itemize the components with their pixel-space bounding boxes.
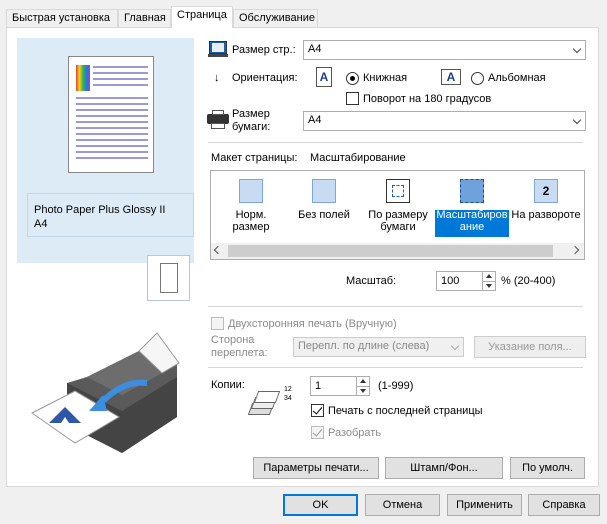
scale-label: Масштаб: <box>346 275 397 287</box>
rotate-180-checkbox[interactable] <box>346 92 359 105</box>
portrait-icon: A <box>316 67 332 87</box>
scale-input[interactable]: 100 <box>436 271 496 291</box>
copies-label: Копии: <box>211 379 245 391</box>
paper-size-select[interactable]: A4 <box>303 111 586 131</box>
paper-orientation-thumbnail <box>147 255 190 301</box>
layout-normal-size-line2: размер <box>232 221 270 233</box>
landscape-label: Альбомная <box>488 72 546 84</box>
normal-size-icon <box>239 179 263 203</box>
duplex-checkbox[interactable] <box>211 317 224 330</box>
fit-to-page-icon <box>386 179 410 203</box>
binding-side-value: Перепл. по длине (слева) <box>298 340 430 352</box>
layout-scaled-line1: Масштабиров <box>436 209 508 221</box>
landscape-radio[interactable] <box>471 72 484 85</box>
scale-up-icon[interactable] <box>482 272 495 281</box>
paper-size-printer-icon <box>207 110 229 130</box>
tab-quick-setup[interactable]: Быстрая установка <box>6 9 118 27</box>
last-page-first-checkbox[interactable] <box>311 404 324 417</box>
copies-input[interactable]: 1 <box>310 376 370 396</box>
binding-side-label-line2: переплета: <box>211 347 268 359</box>
scroll-right-icon[interactable] <box>570 245 580 255</box>
page-size-label: Размер стр.: <box>232 44 296 56</box>
media-info-box: Photo Paper Plus Glossy II A4 <box>27 193 194 237</box>
scale-range: % (20-400) <box>501 275 556 287</box>
rotate-180-label: Поворот на 180 градусов <box>363 93 492 105</box>
landscape-icon: A <box>441 69 461 85</box>
help-button[interactable]: Справка <box>528 494 600 516</box>
scrollbar-thumb[interactable] <box>228 245 553 257</box>
copies-range: (1-999) <box>378 380 414 392</box>
page-size-icon <box>208 41 228 57</box>
paper-size-label-line2: бумаги: <box>232 121 271 133</box>
printer-illustration-icon <box>31 332 180 453</box>
layout-page-layout-line1: На развороте <box>511 209 581 221</box>
page-size-select[interactable]: A4 <box>303 40 586 60</box>
layout-page-layout[interactable]: 2 На развороте <box>509 176 583 236</box>
defaults-button[interactable]: По умолч. <box>510 457 585 479</box>
last-page-first-label: Печать с последней страницы <box>328 405 483 417</box>
copies-stack-digits: 1234 <box>284 386 292 402</box>
divider <box>208 142 583 143</box>
media-type-text: Photo Paper Plus Glossy II <box>34 204 166 216</box>
media-size-text: A4 <box>34 218 48 230</box>
duplex-label: Двухсторонняя печать (Вручную) <box>228 318 397 330</box>
binding-side-label: Сторона переплета: <box>211 334 268 360</box>
specify-margin-button[interactable]: Указание поля... <box>474 336 586 358</box>
borderless-icon <box>312 179 336 203</box>
divider <box>208 367 583 368</box>
scaled-icon <box>460 179 484 203</box>
copies-value: 1 <box>315 380 322 392</box>
page-layout-label: Макет страницы: <box>211 152 298 164</box>
layout-borderless[interactable]: Без полей <box>287 176 361 236</box>
orientation-arrow-icon: ↓ <box>214 72 220 84</box>
scale-down-icon[interactable] <box>482 281 495 290</box>
page-layout-current: Масштабирование <box>310 152 406 164</box>
copies-down-icon[interactable] <box>356 386 369 395</box>
portrait-radio[interactable] <box>346 72 359 85</box>
cancel-button[interactable]: Отмена <box>365 494 440 516</box>
portrait-label: Книжная <box>363 72 408 84</box>
layout-scaled[interactable]: Масштабиров ание <box>435 176 509 236</box>
stamp-background-button[interactable]: Штамп/Фон... <box>385 457 503 479</box>
collate-label: Разобрать <box>328 427 382 439</box>
ok-button[interactable]: OK <box>283 494 358 516</box>
tab-page-setup[interactable]: Страница <box>171 6 233 28</box>
scale-value: 100 <box>441 275 460 287</box>
apply-button[interactable]: Применить <box>447 494 522 516</box>
tab-maintenance[interactable]: Обслуживание <box>233 9 318 27</box>
page-layout-icon: 2 <box>534 179 558 203</box>
paper-size-label: Размер бумаги: <box>232 108 270 134</box>
divider <box>208 306 583 307</box>
layout-normal-size[interactable]: Норм. размер <box>214 176 288 236</box>
layout-borderless-line1: Без полей <box>298 209 350 221</box>
collate-checkbox[interactable] <box>311 426 324 439</box>
page-size-value: A4 <box>308 43 322 55</box>
binding-side-select[interactable]: Перепл. по длине (слева) <box>293 337 464 357</box>
layout-normal-size-line1: Норм. <box>235 209 267 221</box>
paper-size-value: A4 <box>308 114 322 126</box>
page-preview-icon <box>68 56 154 173</box>
orientation-label: Ориентация: <box>232 72 298 84</box>
binding-side-label-line1: Сторона <box>211 334 255 346</box>
layout-scrollbar[interactable] <box>211 243 584 259</box>
print-options-button[interactable]: Параметры печати... <box>253 457 379 479</box>
paper-size-label-line1: Размер <box>232 108 270 120</box>
layout-fit-to-page-line1: По размеру <box>368 209 428 221</box>
layout-scaled-line2: ание <box>459 221 485 233</box>
tab-main[interactable]: Главная <box>118 9 171 27</box>
copies-stack-icon: 1234 <box>247 385 292 423</box>
scroll-left-icon[interactable] <box>213 245 223 255</box>
copies-up-icon[interactable] <box>356 377 369 386</box>
layout-fit-to-page-line2: бумаги <box>380 221 416 233</box>
layout-fit-to-page[interactable]: По размеру бумаги <box>361 176 435 236</box>
